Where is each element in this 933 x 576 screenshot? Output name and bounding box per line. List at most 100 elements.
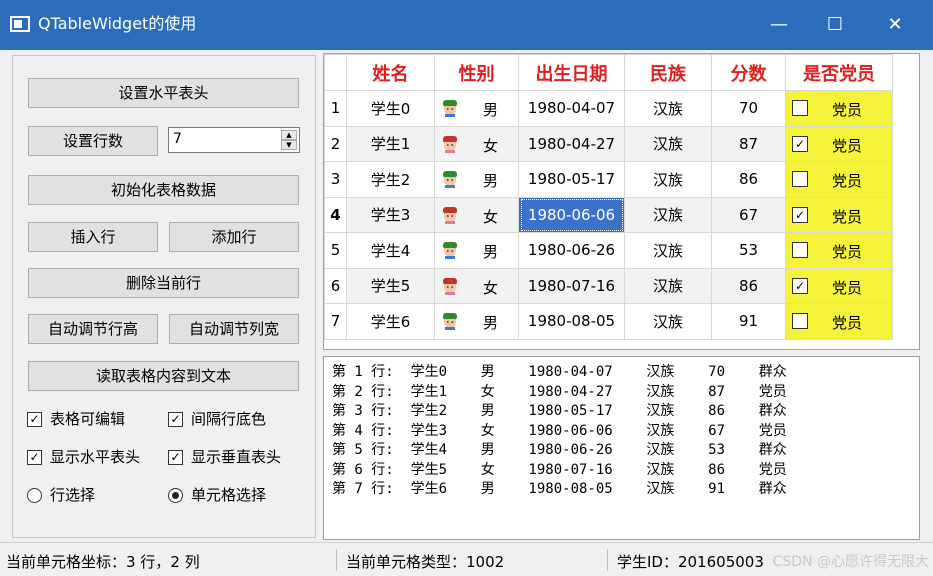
cell-score[interactable]: 91 — [711, 303, 786, 340]
cell-birthdate[interactable]: 1980-05-17 — [518, 161, 625, 198]
cell-score[interactable]: 53 — [711, 232, 786, 269]
show-hheader-checkbox[interactable]: ✓ — [27, 450, 42, 465]
cell-score[interactable]: 67 — [711, 196, 786, 233]
row-header[interactable]: 6 — [324, 267, 347, 304]
cell-name[interactable]: 学生6 — [346, 303, 435, 340]
cell-name[interactable]: 学生2 — [346, 161, 435, 198]
cell-birthdate[interactable]: 1980-04-07 — [518, 90, 625, 127]
table-grid: 姓名 性别 出生日期 民族 分数 是否党员 1 学生0 男 1980-04-07 汉族 7… — [324, 54, 893, 340]
cell-nation[interactable]: 汉族 — [624, 232, 712, 269]
corner-cell[interactable] — [324, 54, 347, 91]
show-vheader-checkbox[interactable]: ✓ — [168, 450, 183, 465]
header-party[interactable]: 是否党员 — [785, 54, 893, 91]
cell-gender[interactable]: 女 — [434, 267, 519, 304]
cell-nation[interactable]: 汉族 — [624, 161, 712, 198]
cell-nation[interactable]: 汉族 — [624, 303, 712, 340]
student-table[interactable]: 姓名 性别 出生日期 民族 分数 是否党员 1 学生0 男 1980-04-07 汉族 7… — [323, 53, 920, 350]
row-header[interactable]: 5 — [324, 232, 347, 269]
party-checkbox[interactable] — [792, 100, 808, 116]
header-gender[interactable]: 性别 — [434, 54, 519, 91]
main-window: QTableWidget的使用 — ☐ ✕ 设置水平表头 设置行数 7 ▲ ▼ … — [0, 0, 933, 576]
cell-birthdate[interactable]: 1980-04-27 — [518, 125, 625, 162]
header-score[interactable]: 分数 — [711, 54, 786, 91]
editable-label[interactable]: 表格可编辑 — [50, 410, 125, 428]
cell-birthdate[interactable]: 1980-07-16 — [518, 267, 625, 304]
row-header[interactable]: 7 — [324, 303, 347, 340]
cell-name[interactable]: 学生5 — [346, 267, 435, 304]
close-button[interactable]: ✕ — [872, 0, 918, 50]
header-birthdate[interactable]: 出生日期 — [518, 54, 625, 91]
insert-row-button[interactable]: 插入行 — [28, 222, 158, 252]
cell-gender[interactable]: 男 — [434, 161, 519, 198]
maximize-button[interactable]: ☐ — [812, 0, 858, 50]
party-checkbox[interactable]: ✓ — [792, 206, 808, 223]
gender-text: 女 — [483, 207, 499, 226]
cell-party[interactable]: ✓ 党员 — [785, 267, 893, 304]
cell-nation[interactable]: 汉族 — [624, 196, 712, 233]
gender-text: 女 — [483, 278, 499, 297]
cell-nation[interactable]: 汉族 — [624, 90, 712, 127]
cell-party[interactable]: ✓ 党员 — [785, 125, 893, 162]
auto-row-height-button[interactable]: 自动调节行高 — [28, 314, 158, 344]
cell-birthdate[interactable]: 1980-06-26 — [518, 232, 625, 269]
spin-up-icon[interactable]: ▲ — [281, 130, 297, 140]
editable-checkbox[interactable]: ✓ — [27, 412, 42, 427]
cell-party[interactable]: 党员 — [785, 90, 893, 127]
show-hheader-label[interactable]: 显示水平表头 — [50, 448, 140, 466]
delete-row-button[interactable]: 删除当前行 — [28, 268, 299, 298]
minimize-button[interactable]: — — [756, 0, 802, 50]
cell-party[interactable]: 党员 — [785, 303, 893, 340]
row-count-spinbox[interactable]: 7 ▲ ▼ — [168, 127, 300, 153]
party-checkbox[interactable] — [792, 313, 808, 329]
read-to-text-button[interactable]: 读取表格内容到文本 — [28, 361, 299, 391]
status-divider — [336, 549, 337, 571]
cell-select-label[interactable]: 单元格选择 — [191, 486, 266, 504]
cell-gender[interactable]: 男 — [434, 90, 519, 127]
cell-nation[interactable]: 汉族 — [624, 267, 712, 304]
party-checkbox[interactable] — [792, 171, 808, 187]
party-checkbox[interactable]: ✓ — [792, 277, 808, 294]
cell-name[interactable]: 学生0 — [346, 90, 435, 127]
title-bar[interactable]: QTableWidget的使用 — ☐ ✕ — [0, 0, 933, 50]
row-select-radio[interactable] — [27, 488, 42, 503]
show-vheader-label[interactable]: 显示垂直表头 — [191, 448, 281, 466]
cell-name[interactable]: 学生1 — [346, 125, 435, 162]
cell-select-radio[interactable] — [168, 488, 183, 503]
header-nation[interactable]: 民族 — [624, 54, 712, 91]
cell-party[interactable]: ✓ 党员 — [785, 196, 893, 233]
cell-score[interactable]: 70 — [711, 90, 786, 127]
set-header-button[interactable]: 设置水平表头 — [28, 78, 299, 108]
init-data-button[interactable]: 初始化表格数据 — [28, 175, 299, 205]
row-select-label[interactable]: 行选择 — [50, 486, 95, 504]
cell-gender[interactable]: 男 — [434, 232, 519, 269]
cell-score[interactable]: 86 — [711, 161, 786, 198]
cell-nation[interactable]: 汉族 — [624, 125, 712, 162]
party-label: 党员 — [832, 207, 863, 226]
spin-down-icon[interactable]: ▼ — [281, 140, 297, 150]
row-header[interactable]: 4 — [324, 196, 347, 233]
header-name[interactable]: 姓名 — [346, 54, 435, 91]
cell-gender[interactable]: 女 — [434, 196, 519, 233]
cell-name[interactable]: 学生3 — [346, 196, 435, 233]
cell-score[interactable]: 86 — [711, 267, 786, 304]
row-header[interactable]: 1 — [324, 90, 347, 127]
alt-rows-label[interactable]: 间隔行底色 — [191, 410, 266, 428]
auto-col-width-button[interactable]: 自动调节列宽 — [169, 314, 299, 344]
cell-gender[interactable]: 女 — [434, 125, 519, 162]
cell-birthdate[interactable]: 1980-06-06 — [518, 196, 625, 233]
row-header[interactable]: 2 — [324, 125, 347, 162]
cell-party[interactable]: 党员 — [785, 232, 893, 269]
party-checkbox[interactable] — [792, 242, 808, 258]
cell-gender[interactable]: 男 — [434, 303, 519, 340]
set-rows-button[interactable]: 设置行数 — [28, 126, 158, 156]
row-header[interactable]: 3 — [324, 161, 347, 198]
cell-score[interactable]: 87 — [711, 125, 786, 162]
party-checkbox[interactable]: ✓ — [792, 135, 808, 152]
app-window-icon — [10, 16, 30, 32]
cell-name[interactable]: 学生4 — [346, 232, 435, 269]
append-row-button[interactable]: 添加行 — [169, 222, 299, 252]
alt-rows-checkbox[interactable]: ✓ — [168, 412, 183, 427]
cell-party[interactable]: 党员 — [785, 161, 893, 198]
cell-birthdate[interactable]: 1980-08-05 — [518, 303, 625, 340]
text-output[interactable]: 第 1 行: 学生0 男 1980-04-07 汉族 70 群众第 2 行: 学… — [323, 356, 920, 540]
